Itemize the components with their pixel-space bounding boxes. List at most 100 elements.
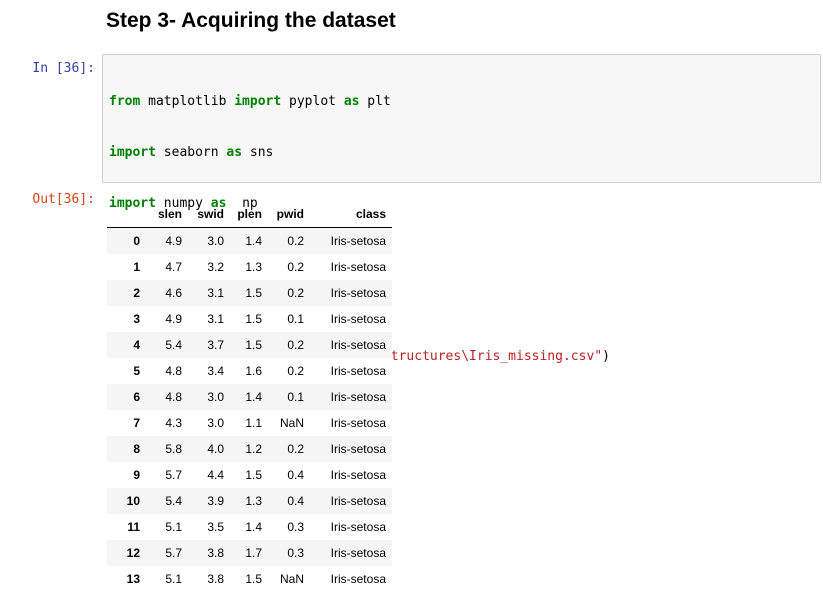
- keyword-token: import: [234, 94, 281, 109]
- cell-swid: 3.7: [188, 332, 230, 358]
- table-row: 85.84.01.20.2Iris-setosa: [107, 436, 392, 462]
- cell-slen: 4.3: [146, 410, 188, 436]
- table-row: 34.93.11.50.1Iris-setosa: [107, 306, 392, 332]
- cell-plen: 1.4: [230, 514, 268, 540]
- cell-swid: 3.2: [188, 254, 230, 280]
- cell-swid: 3.0: [188, 228, 230, 255]
- cell-class: Iris-setosa: [310, 566, 392, 592]
- row-index: 7: [107, 410, 146, 436]
- column-header-swid: swid: [188, 201, 230, 228]
- cell-swid: 3.5: [188, 514, 230, 540]
- cell-plen: 1.1: [230, 410, 268, 436]
- cell-swid: 3.1: [188, 280, 230, 306]
- cell-pwid: 0.2: [268, 332, 310, 358]
- cell-class: Iris-setosa: [310, 436, 392, 462]
- cell-class: Iris-setosa: [310, 540, 392, 566]
- column-header-plen: plen: [230, 201, 268, 228]
- cell-class: Iris-setosa: [310, 514, 392, 540]
- cell-pwid: NaN: [268, 566, 310, 592]
- table-row: 115.13.51.40.3Iris-setosa: [107, 514, 392, 540]
- cell-plen: 1.5: [230, 280, 268, 306]
- cell-pwid: 0.3: [268, 540, 310, 566]
- table-row: 14.73.21.30.2Iris-setosa: [107, 254, 392, 280]
- cell-plen: 1.5: [230, 566, 268, 592]
- row-index: 13: [107, 566, 146, 592]
- cell-plen: 1.6: [230, 358, 268, 384]
- cell-swid: 3.8: [188, 540, 230, 566]
- code-token: plt: [359, 94, 390, 109]
- cell-swid: 4.0: [188, 436, 230, 462]
- cell-pwid: 0.2: [268, 254, 310, 280]
- cell-swid: 3.0: [188, 410, 230, 436]
- row-index: 1: [107, 254, 146, 280]
- cell-swid: 3.9: [188, 488, 230, 514]
- cell-class: Iris-setosa: [310, 410, 392, 436]
- dataframe-table: slen swid plen pwid class 04.93.01.40.2I…: [107, 201, 392, 592]
- cell-plen: 1.5: [230, 462, 268, 488]
- table-row: 95.74.41.50.4Iris-setosa: [107, 462, 392, 488]
- row-index: 11: [107, 514, 146, 540]
- cell-slen: 5.8: [146, 436, 188, 462]
- cell-slen: 5.7: [146, 462, 188, 488]
- table-row: 105.43.91.30.4Iris-setosa: [107, 488, 392, 514]
- page-title: Step 3- Acquiring the dataset: [106, 6, 396, 36]
- cell-slen: 4.6: [146, 280, 188, 306]
- cell-pwid: 0.4: [268, 488, 310, 514]
- row-index: 9: [107, 462, 146, 488]
- cell-plen: 1.4: [230, 228, 268, 255]
- dataframe-header: slen swid plen pwid class: [107, 201, 392, 228]
- row-index: 8: [107, 436, 146, 462]
- header-row: slen swid plen pwid class: [107, 201, 392, 228]
- cell-swid: 4.4: [188, 462, 230, 488]
- cell-plen: 1.5: [230, 306, 268, 332]
- cell-pwid: 0.2: [268, 358, 310, 384]
- cell-class: Iris-setosa: [310, 254, 392, 280]
- cell-slen: 4.9: [146, 228, 188, 255]
- cell-class: Iris-setosa: [310, 332, 392, 358]
- cell-slen: 4.8: [146, 384, 188, 410]
- column-header-slen: slen: [146, 201, 188, 228]
- dataframe-body: 04.93.01.40.2Iris-setosa 14.73.21.30.2Ir…: [107, 228, 392, 592]
- cell-class: Iris-setosa: [310, 306, 392, 332]
- row-index: 10: [107, 488, 146, 514]
- code-token: pyplot: [281, 94, 344, 109]
- table-row: 74.33.01.1NaNIris-setosa: [107, 410, 392, 436]
- column-header-pwid: pwid: [268, 201, 310, 228]
- row-index: 4: [107, 332, 146, 358]
- cell-slen: 5.4: [146, 332, 188, 358]
- cell-slen: 4.8: [146, 358, 188, 384]
- cell-swid: 3.0: [188, 384, 230, 410]
- cell-pwid: 0.1: [268, 384, 310, 410]
- code-token: ): [602, 349, 610, 364]
- cell-slen: 5.4: [146, 488, 188, 514]
- table-row: 135.13.81.5NaNIris-setosa: [107, 566, 392, 592]
- row-index: 2: [107, 280, 146, 306]
- table-row: 04.93.01.40.2Iris-setosa: [107, 228, 392, 255]
- row-index: 6: [107, 384, 146, 410]
- index-header: [107, 201, 146, 228]
- row-index: 3: [107, 306, 146, 332]
- cell-slen: 5.1: [146, 566, 188, 592]
- cell-plen: 1.3: [230, 254, 268, 280]
- code-line-2: import seaborn as sns: [109, 144, 610, 161]
- column-header-class: class: [310, 201, 392, 228]
- cell-swid: 3.1: [188, 306, 230, 332]
- cell-class: Iris-setosa: [310, 228, 392, 255]
- cell-class: Iris-setosa: [310, 280, 392, 306]
- table-row: 125.73.81.70.3Iris-setosa: [107, 540, 392, 566]
- code-token: matplotlib: [140, 94, 234, 109]
- row-index: 5: [107, 358, 146, 384]
- cell-slen: 5.7: [146, 540, 188, 566]
- cell-slen: 4.9: [146, 306, 188, 332]
- cell-pwid: 0.2: [268, 280, 310, 306]
- cell-swid: 3.8: [188, 566, 230, 592]
- cell-plen: 1.5: [230, 332, 268, 358]
- output-prompt: Out[36]:: [0, 191, 95, 208]
- table-row: 24.63.11.50.2Iris-setosa: [107, 280, 392, 306]
- row-index: 0: [107, 228, 146, 255]
- dataframe-output: slen swid plen pwid class 04.93.01.40.2I…: [107, 201, 392, 592]
- cell-class: Iris-setosa: [310, 488, 392, 514]
- table-row: 64.83.01.40.1Iris-setosa: [107, 384, 392, 410]
- code-cell-input[interactable]: from matplotlib import pyplot as plt imp…: [102, 54, 821, 183]
- input-prompt: In [36]:: [0, 60, 95, 77]
